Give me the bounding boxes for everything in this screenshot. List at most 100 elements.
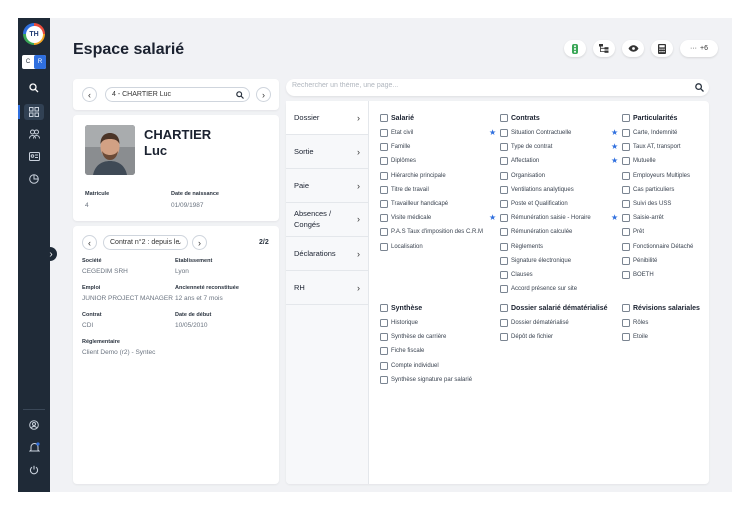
link-item[interactable]: Type de contrat (500, 143, 552, 152)
link-icon (622, 228, 630, 237)
link-item[interactable]: Accord présence sur site (500, 285, 577, 294)
link-item[interactable]: Dépôt de fichier (500, 333, 553, 342)
link-item[interactable]: Hiérarchie principale (380, 171, 446, 180)
link-label: Rémunération calculée (511, 229, 573, 236)
more-actions-button[interactable]: ··· +6 (680, 40, 718, 57)
link-item[interactable]: Affectation (500, 157, 539, 166)
link-item[interactable]: Employeurs Multiples (622, 171, 690, 180)
org-tree-icon[interactable] (593, 40, 615, 57)
link-item[interactable]: Travailleur handicapé (380, 200, 448, 208)
nav-rh[interactable]: RH › (286, 271, 368, 305)
search-icon[interactable] (695, 83, 704, 92)
lang-c[interactable]: C (22, 55, 34, 69)
link-item[interactable]: Rôles (622, 319, 648, 327)
link-item[interactable]: Synthèse de carrière (380, 333, 447, 342)
link-item[interactable]: Visite médicale (380, 214, 431, 223)
link-item[interactable]: Famille (380, 143, 410, 152)
chevron-right-icon: › (357, 214, 360, 225)
link-item[interactable]: Carte, Indemnité (622, 129, 677, 137)
link-icon (380, 185, 388, 194)
link-item[interactable]: Etat civil (380, 129, 413, 137)
link-label: Saisie-arrêt (633, 215, 664, 222)
link-item[interactable]: Cas particuliers (622, 185, 674, 194)
link-label: Synthèse de carrière (391, 334, 447, 341)
link-item[interactable]: Fonctionnaire Détaché (622, 242, 693, 251)
link-item[interactable]: Organisation (500, 171, 545, 180)
link-item[interactable]: Règlements (500, 242, 544, 251)
link-label: Règlements (511, 243, 544, 250)
link-item[interactable]: Rémunération calculée (500, 228, 573, 237)
contract-select-value: Contrat n°2 : depuis le (110, 239, 180, 246)
link-item[interactable]: Localisation (380, 242, 423, 251)
link-label: BOETH (633, 272, 654, 278)
more-count: +6 (700, 45, 708, 52)
contract-select[interactable]: Contrat n°2 : depuis le ⌄ (103, 235, 188, 250)
collapse-sidebar-button[interactable]: › (45, 247, 57, 261)
link-item[interactable]: Compte individuel (380, 361, 439, 370)
link-item[interactable]: P.A.S Taux d'imposition des C.R.M (380, 228, 483, 237)
favorite-star-icon[interactable]: ★ (489, 213, 496, 222)
nav-dossier[interactable]: Dossier › (286, 101, 368, 135)
dashboard-icon[interactable] (18, 104, 44, 120)
link-item[interactable]: Clauses (500, 271, 533, 279)
link-item[interactable]: Rémunération saisie - Horaire (500, 214, 591, 223)
pie-chart-icon[interactable] (24, 171, 44, 187)
theme-search-input[interactable] (292, 82, 672, 89)
link-item[interactable]: Fiche fiscale (380, 347, 424, 356)
link-icon (622, 242, 630, 251)
section-title-text: Contrats (511, 114, 540, 122)
link-item[interactable]: Prêt (622, 228, 644, 237)
notification-bell-icon[interactable] (24, 439, 44, 455)
favorite-star-icon[interactable]: ★ (611, 128, 618, 137)
nav-declarations[interactable]: Déclarations › (286, 237, 368, 271)
link-item[interactable]: Ventilations analytiques (500, 185, 574, 194)
search-icon[interactable] (24, 80, 44, 96)
traffic-light-icon[interactable] (564, 40, 586, 57)
employee-select[interactable]: 4 - CHARTIER Luc (105, 87, 250, 102)
link-item[interactable]: Mutuelle (622, 157, 656, 166)
lang-r[interactable]: R (34, 55, 46, 69)
link-icon (500, 271, 508, 279)
language-switch[interactable]: C R (22, 55, 46, 69)
nav-absences[interactable]: Absences / Congés › (286, 203, 368, 237)
link-item[interactable]: Suivi des USS (622, 200, 671, 208)
eye-icon[interactable] (622, 40, 644, 57)
power-icon[interactable] (24, 462, 44, 478)
people-icon[interactable] (24, 126, 44, 142)
calculator-icon[interactable] (651, 40, 673, 57)
page-title: Espace salarié (73, 41, 185, 58)
prev-contract-button[interactable]: ‹ (82, 235, 97, 250)
link-label: Historique (391, 320, 419, 326)
link-item[interactable]: Signature électronique (500, 256, 571, 265)
nav-sortie[interactable]: Sortie › (286, 135, 368, 169)
next-contract-button[interactable]: › (192, 235, 207, 250)
link-item[interactable]: Pénibilité (622, 256, 657, 265)
link-item[interactable]: BOETH (622, 271, 654, 279)
nav-paie[interactable]: Paie › (286, 169, 368, 203)
link-item[interactable]: Poste et Qualification (500, 200, 568, 208)
app-logo[interactable]: TH (23, 23, 45, 45)
link-item[interactable]: Diplômes (380, 157, 416, 166)
favorite-star-icon[interactable]: ★ (611, 213, 618, 222)
field-value: Client Demo (r2) - Syntec (82, 349, 156, 356)
section-title-contrats: Contrats (500, 114, 540, 122)
link-icon (500, 285, 508, 294)
link-icon (622, 129, 630, 137)
link-item[interactable]: Saisie-arrêt (622, 214, 664, 223)
link-item[interactable]: Dossier dématérialisé (500, 319, 569, 327)
link-item[interactable]: Etoile (622, 333, 648, 342)
prev-employee-button[interactable]: ‹ (82, 87, 97, 102)
field-label: Date de début (175, 312, 212, 318)
user-account-icon[interactable] (24, 417, 44, 433)
favorite-star-icon[interactable]: ★ (611, 156, 618, 165)
id-card-icon[interactable] (24, 148, 44, 164)
favorite-star-icon[interactable]: ★ (489, 128, 496, 137)
link-item[interactable]: Synthèse signature par salarié (380, 375, 472, 384)
link-item[interactable]: Historique (380, 319, 418, 327)
cloud-folder-icon (500, 304, 508, 312)
link-item[interactable]: Situation Contractuelle (500, 129, 571, 137)
link-item[interactable]: Titre de travail (380, 185, 429, 194)
next-employee-button[interactable]: › (256, 87, 271, 102)
favorite-star-icon[interactable]: ★ (611, 142, 618, 151)
link-item[interactable]: Taux AT, transport (622, 143, 681, 152)
